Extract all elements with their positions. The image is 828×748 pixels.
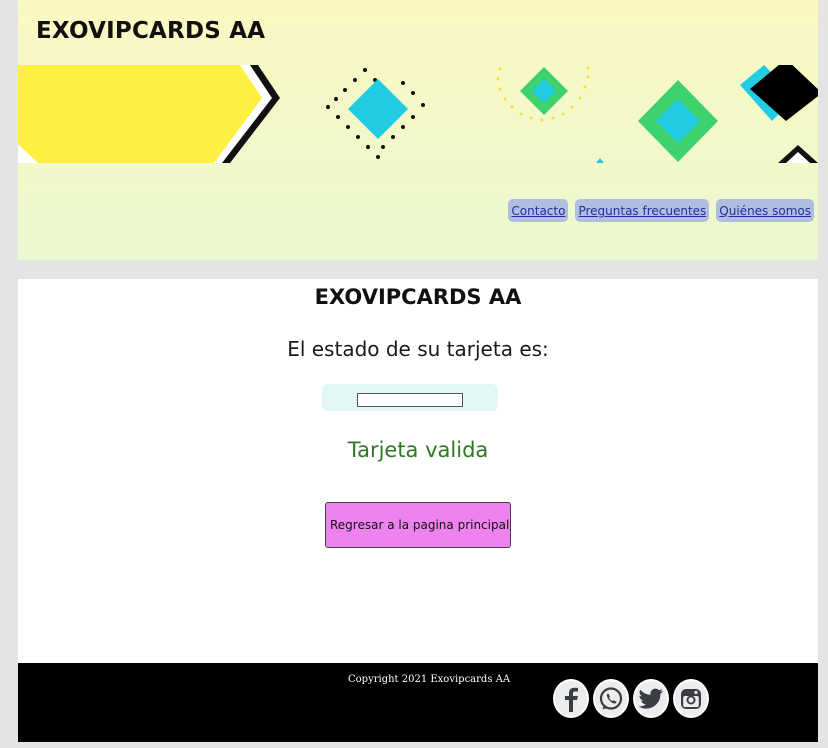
nav-link-contacto[interactable]: Contacto — [508, 199, 569, 222]
main-title: EXOVIPCARDS AA — [314, 285, 522, 309]
site-title: EXOVIPCARDS AA — [36, 18, 266, 44]
status-result: Tarjeta valida — [347, 438, 489, 462]
facebook-icon[interactable] — [553, 679, 589, 718]
status-label: El estado de su tarjeta es: — [287, 337, 549, 361]
copyright-text: Copyright 2021 Exovipcards AA — [348, 674, 511, 685]
card-input-container — [322, 384, 498, 411]
decorative-banner — [18, 65, 818, 163]
nav-link-quienes-somos[interactable]: Quiénes somos — [716, 199, 814, 222]
nav-link-preguntas-frecuentes[interactable]: Preguntas frecuentes — [575, 199, 710, 222]
site-header: EXOVIPCARDS AA Contacto Preguntas frecue… — [18, 0, 818, 260]
social-links — [553, 679, 709, 718]
site-footer: Copyright 2021 Exovipcards AA — [18, 663, 818, 742]
twitter-icon[interactable] — [633, 679, 669, 718]
top-nav: Contacto Preguntas frecuentes Quiénes so… — [508, 199, 814, 222]
card-input[interactable] — [357, 393, 463, 407]
back-to-home-button[interactable]: Regresar a la pagina principal — [325, 502, 511, 548]
whatsapp-icon[interactable] — [593, 679, 629, 718]
instagram-icon[interactable] — [673, 679, 709, 718]
main-content: EXOVIPCARDS AA El estado de su tarjeta e… — [18, 279, 818, 663]
